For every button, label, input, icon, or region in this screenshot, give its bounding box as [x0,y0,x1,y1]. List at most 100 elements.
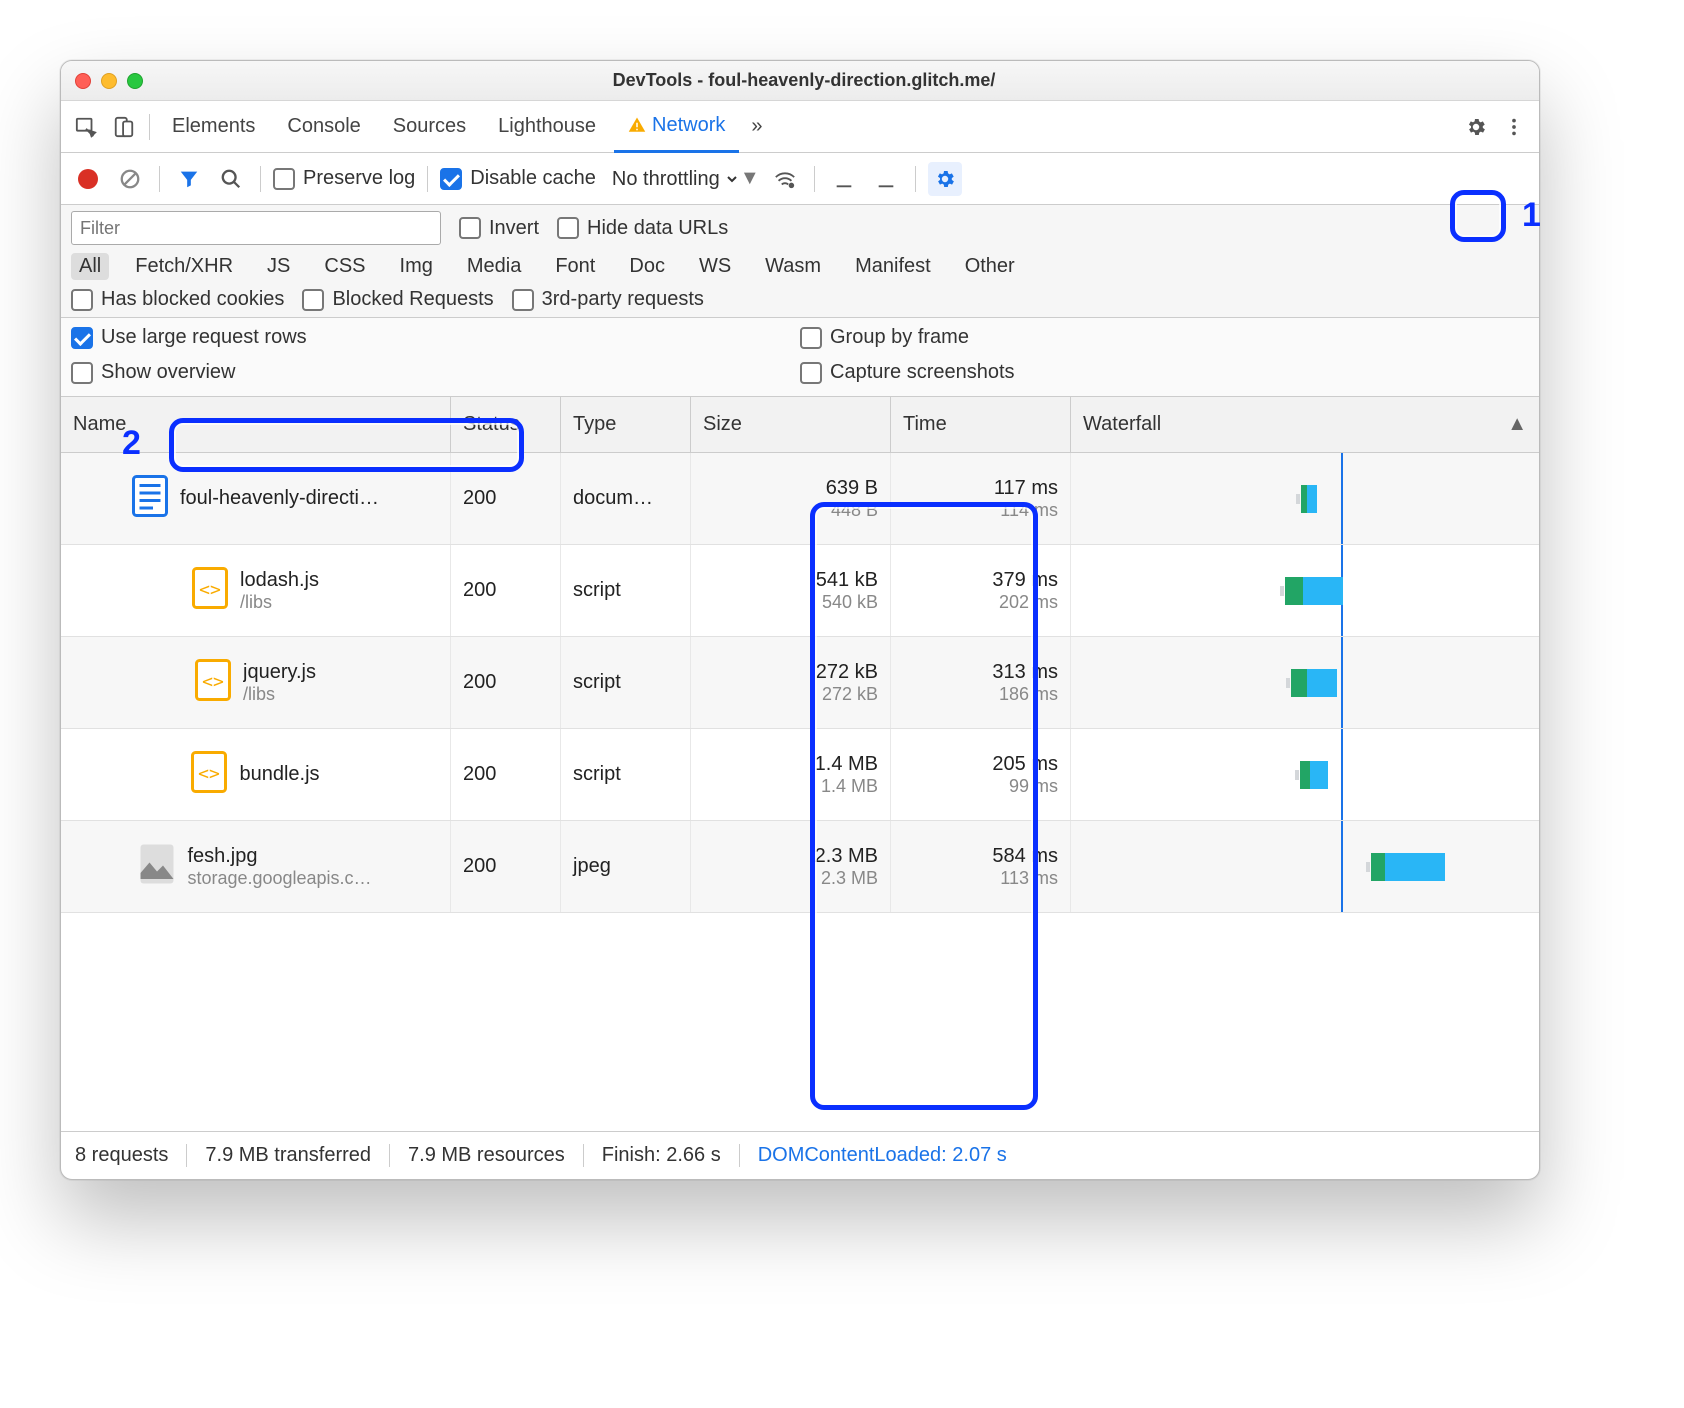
network-toolbar: Preserve log Disable cache No throttling… [61,153,1539,205]
cell-waterfall [1071,453,1539,544]
request-name: bundle.js [239,763,319,786]
file-type-icon: <> [191,751,227,799]
search-icon[interactable] [214,162,248,196]
kebab-menu-icon[interactable] [1497,110,1531,144]
col-name[interactable]: Name [61,397,451,452]
filter-type-img[interactable]: Img [392,253,441,280]
third-party-checkbox[interactable]: 3rd-party requests [512,288,704,311]
cell-size: 2.3 MB2.3 MB [691,821,891,912]
filter-type-other[interactable]: Other [957,253,1023,280]
filter-icon[interactable] [172,162,206,196]
disable-cache-checkbox[interactable]: Disable cache [440,167,596,190]
blocked-cookies-checkbox[interactable]: Has blocked cookies [71,288,284,311]
capture-screenshots-checkbox[interactable]: Capture screenshots [800,361,1529,384]
resource-type-filters: All Fetch/XHR JS CSS Img Media Font Doc WS Wasm Ma… [71,253,1529,280]
cell-type: docum… [561,453,691,544]
cell-time: 205 ms99 ms [891,729,1071,820]
filter-type-css[interactable]: CSS [316,253,373,280]
settings-gear-icon[interactable] [1459,110,1493,144]
tab-network-label: Network [652,114,725,137]
request-name: lodash.js [240,569,319,592]
filter-type-ws[interactable]: WS [691,253,739,280]
cell-status: 200 [451,637,561,728]
tab-sources[interactable]: Sources [379,101,480,153]
file-type-icon: <> [195,659,231,707]
blocked-requests-checkbox[interactable]: Blocked Requests [302,288,493,311]
export-har-icon[interactable] [869,162,903,196]
record-button[interactable] [71,162,105,196]
filter-type-doc[interactable]: Doc [621,253,673,280]
request-path: /libs [243,684,316,705]
import-har-icon[interactable] [827,162,861,196]
tab-lighthouse[interactable]: Lighthouse [484,101,610,153]
filter-type-js[interactable]: JS [259,253,298,280]
table-row[interactable]: foul-heavenly-directi…200docum…639 B448 … [61,453,1539,545]
tab-elements[interactable]: Elements [158,101,269,153]
more-tabs-button[interactable]: » [743,101,770,153]
table-body: foul-heavenly-directi…200docum…639 B448 … [61,453,1539,1131]
filter-type-wasm[interactable]: Wasm [757,253,829,280]
filter-type-all[interactable]: All [71,253,109,280]
cell-status: 200 [451,821,561,912]
cell-time: 313 ms186 ms [891,637,1071,728]
request-path: /libs [240,592,319,613]
cell-time: 379 ms202 ms [891,545,1071,636]
cell-type: script [561,729,691,820]
request-name: jquery.js [243,661,316,684]
inspect-element-icon[interactable] [69,110,103,144]
table-header: Name Status Type Size Time Waterfall ▲ [61,397,1539,453]
filter-type-font[interactable]: Font [547,253,603,280]
network-conditions-icon[interactable] [768,162,802,196]
cell-waterfall [1071,821,1539,912]
table-row[interactable]: <>bundle.js200script1.4 MB1.4 MB205 ms99… [61,729,1539,821]
invert-checkbox[interactable]: Invert [459,217,539,240]
status-resources: 7.9 MB resources [390,1144,584,1167]
filter-type-manifest[interactable]: Manifest [847,253,939,280]
group-by-frame-checkbox[interactable]: Group by frame [800,326,1529,349]
tab-network[interactable]: Network [614,101,739,153]
tab-console[interactable]: Console [273,101,374,153]
network-settings-panel: Use large request rows Group by frame Sh… [61,318,1539,397]
cell-waterfall [1071,729,1539,820]
close-window-button[interactable] [75,73,91,89]
preserve-log-checkbox[interactable]: Preserve log [273,167,415,190]
throttling-select[interactable]: No throttling [604,165,740,193]
status-finish: Finish: 2.66 s [584,1144,740,1167]
col-type[interactable]: Type [561,397,691,452]
cell-status: 200 [451,453,561,544]
col-time[interactable]: Time [891,397,1071,452]
large-rows-checkbox[interactable]: Use large request rows [71,326,800,349]
cell-size: 541 kB540 kB [691,545,891,636]
hide-data-urls-checkbox[interactable]: Hide data URLs [557,217,728,240]
filter-input[interactable] [71,211,441,245]
clear-icon[interactable] [113,162,147,196]
table-row[interactable]: fesh.jpgstorage.googleapis.c…200jpeg2.3 … [61,821,1539,913]
col-size[interactable]: Size [691,397,891,452]
filter-type-fetchxhr[interactable]: Fetch/XHR [127,253,241,280]
filter-type-media[interactable]: Media [459,253,529,280]
col-waterfall[interactable]: Waterfall ▲ [1071,397,1539,452]
network-settings-icon[interactable] [928,162,962,196]
device-toolbar-icon[interactable] [107,110,141,144]
col-status[interactable]: Status [451,397,561,452]
cell-size: 272 kB272 kB [691,637,891,728]
minimize-window-button[interactable] [101,73,117,89]
cell-time: 117 ms114 ms [891,453,1071,544]
request-name: fesh.jpg [187,845,371,868]
main-tabs-row: Elements Console Sources Lighthouse Netw… [61,101,1539,153]
warning-icon [628,116,646,134]
cell-status: 200 [451,545,561,636]
cell-waterfall [1071,545,1539,636]
disable-cache-label: Disable cache [470,167,596,190]
status-transferred: 7.9 MB transferred [187,1144,390,1167]
status-dcl: DOMContentLoaded: 2.07 s [740,1144,1025,1167]
devtools-window: DevTools - foul-heavenly-direction.glitc… [60,60,1540,1180]
request-name: foul-heavenly-directi… [180,487,379,510]
show-overview-checkbox[interactable]: Show overview [71,361,800,384]
table-row[interactable]: <>lodash.js/libs200script541 kB540 kB379… [61,545,1539,637]
zoom-window-button[interactable] [127,73,143,89]
table-row[interactable]: <>jquery.js/libs200script272 kB272 kB313… [61,637,1539,729]
file-type-icon [132,475,168,523]
traffic-lights [75,73,143,89]
requests-table: Name Status Type Size Time Waterfall ▲ f… [61,397,1539,1131]
